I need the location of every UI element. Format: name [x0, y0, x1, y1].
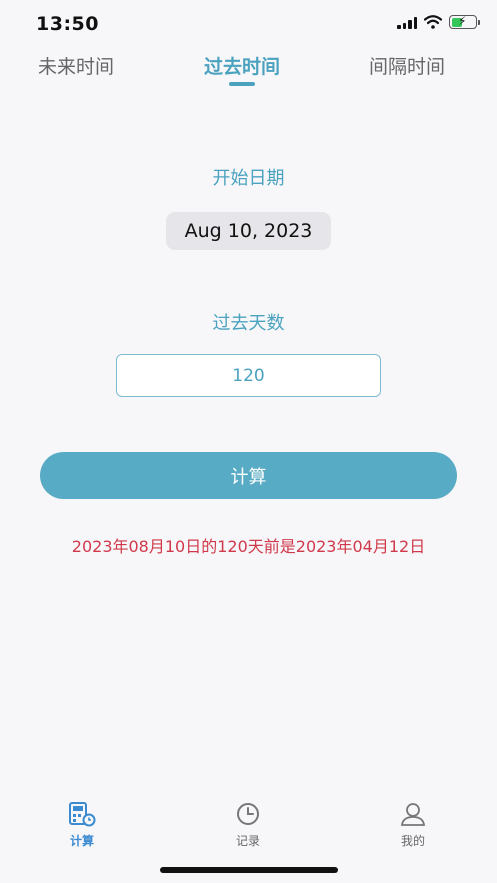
status-bar: 13:50 ⚡ — [0, 0, 497, 48]
tab-past-time[interactable]: 过去时间 — [204, 52, 281, 86]
calculator-icon — [69, 802, 96, 827]
past-days-label: 过去天数 — [212, 313, 285, 334]
tab-label: 未来时间 — [38, 56, 115, 78]
status-icons: ⚡ — [397, 14, 480, 29]
tab-interval-time[interactable]: 间隔时间 — [369, 52, 445, 79]
tab-future-time[interactable]: 未来时间 — [38, 52, 114, 79]
result-text: 2023年08月10日的120天前是2023年04月12日 — [71, 537, 426, 556]
nav-label: 我的 — [400, 834, 425, 848]
signal-icon — [397, 16, 417, 29]
nav-records[interactable]: 记录 — [208, 801, 288, 849]
nav-label: 计算 — [69, 834, 94, 848]
status-time: 13:50 — [36, 13, 99, 35]
home-indicator — [160, 867, 338, 873]
active-tab-indicator — [229, 82, 255, 86]
mode-tabs: 未来时间 过去时间 间隔时间 — [0, 52, 497, 92]
person-icon — [400, 803, 426, 826]
nav-mine[interactable]: 我的 — [373, 801, 453, 849]
battery-icon: ⚡ — [449, 14, 480, 29]
start-date-picker[interactable]: Aug 10, 2023 — [166, 212, 331, 250]
past-days-input[interactable] — [116, 354, 381, 397]
tab-label: 过去时间 — [204, 56, 281, 78]
app-screen: 13:50 ⚡ 未来时间 过去时间 间隔时间 开始日期 Aug 10, 2023… — [0, 0, 497, 883]
nav-label: 记录 — [235, 834, 260, 848]
wifi-icon — [424, 15, 442, 29]
nav-calculate[interactable]: 计算 — [42, 801, 122, 849]
start-date-label: 开始日期 — [212, 168, 285, 189]
tab-label: 间隔时间 — [369, 56, 446, 78]
calculate-button[interactable]: 计算 — [40, 452, 457, 499]
clock-icon — [237, 803, 259, 825]
